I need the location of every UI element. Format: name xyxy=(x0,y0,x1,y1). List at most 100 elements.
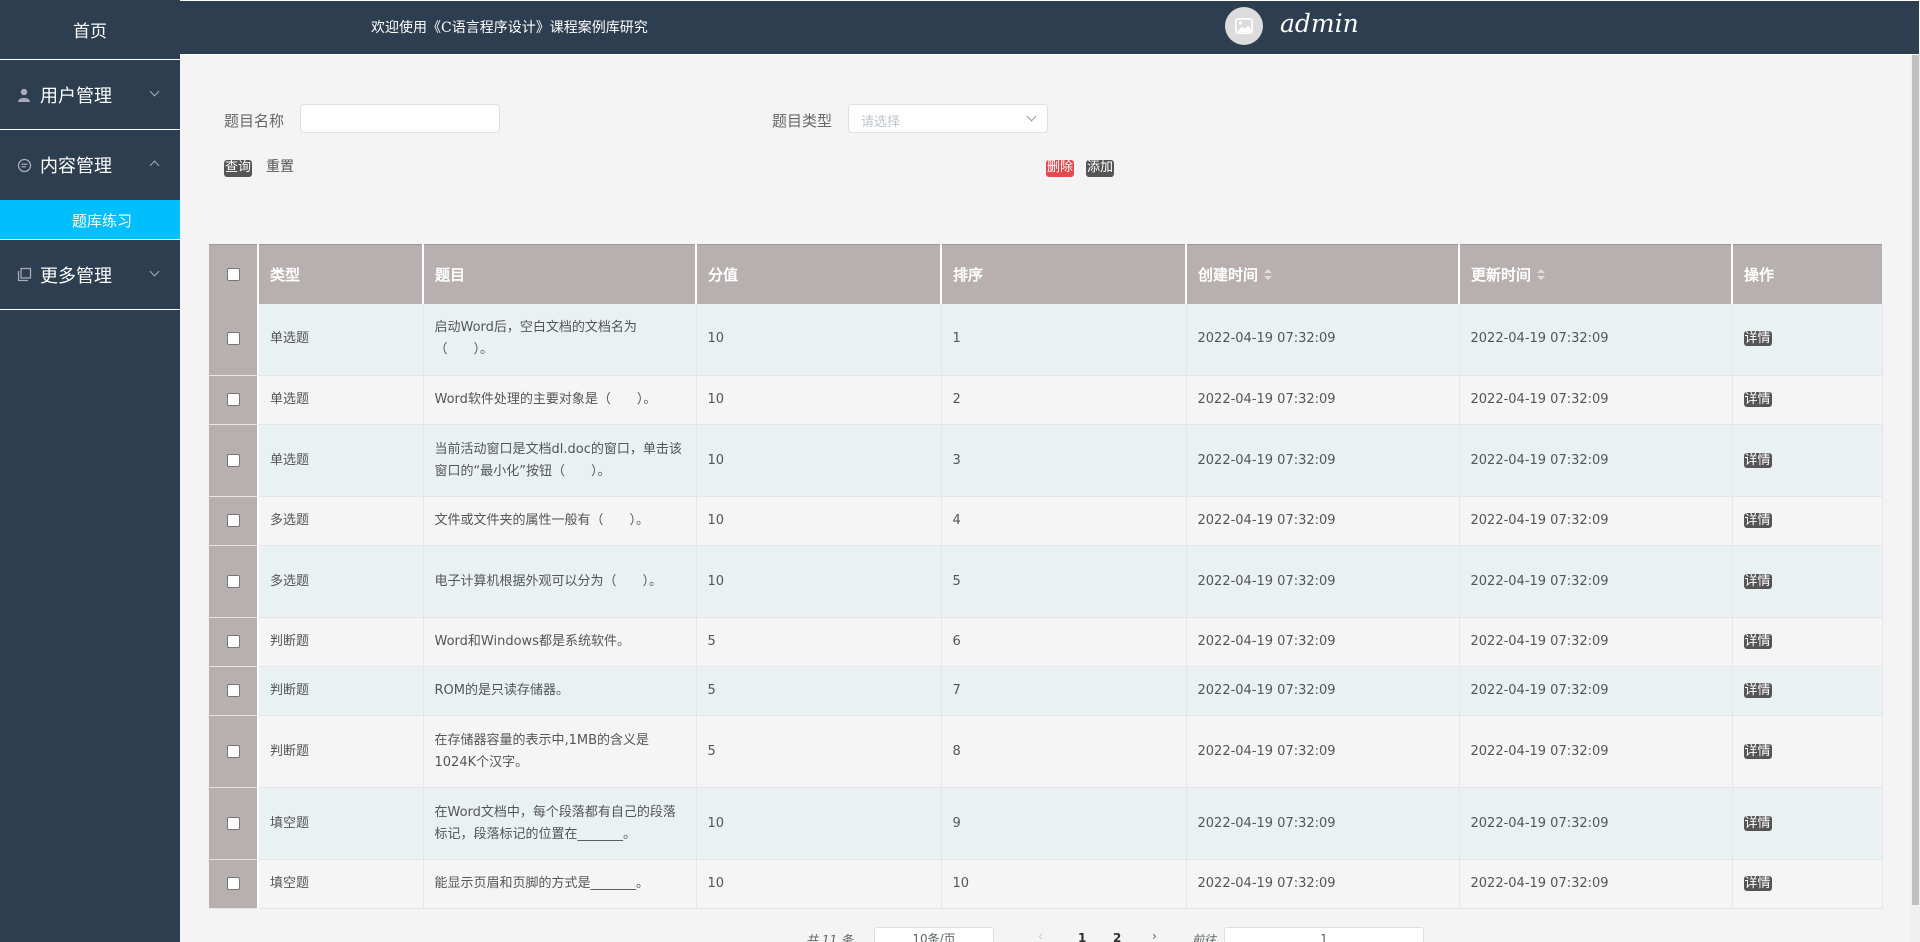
user-icon xyxy=(16,87,32,103)
scrollbar-thumb[interactable] xyxy=(1912,55,1919,905)
row-select-cell xyxy=(209,375,259,425)
row-select-cell xyxy=(209,715,259,788)
cell-updated: 2022-04-19 07:32:09 xyxy=(1459,715,1733,788)
cell-question: Word软件处理的主要对象是（ ）。 xyxy=(423,375,697,425)
cell-updated: 2022-04-19 07:32:09 xyxy=(1459,787,1733,860)
cell-order: 9 xyxy=(941,787,1187,860)
select-placeholder: 请选择 xyxy=(861,115,901,130)
cell-actions: 详情 xyxy=(1732,375,1883,425)
sidebar-home-link[interactable]: 首页 xyxy=(0,0,180,60)
detail-button[interactable]: 详情 xyxy=(1743,452,1772,468)
cell-order: 7 xyxy=(941,666,1187,716)
chevron-up-icon xyxy=(149,160,160,171)
column-header-label: 创建时间 xyxy=(1198,265,1259,284)
detail-button[interactable]: 详情 xyxy=(1743,634,1772,649)
sidebar-group-label: 用户管理 xyxy=(40,85,112,107)
cell-score: 10 xyxy=(696,787,942,860)
page-number-1[interactable]: 1 xyxy=(1078,931,1086,942)
cell-created: 2022-04-19 07:32:09 xyxy=(1186,303,1460,376)
table-row: 判断题 在存储器容量的表示中,1MB的含义是1024K个汉字。 5 8 2022… xyxy=(209,715,1883,788)
cell-actions: 详情 xyxy=(1732,859,1883,909)
column-header-score: 分值 xyxy=(696,244,942,304)
table-row: 填空题 在Word文档中，每个段落都有自己的段落标记，段落标记的位置在_____… xyxy=(209,787,1883,860)
row-checkbox[interactable] xyxy=(226,744,240,758)
row-select-cell xyxy=(209,545,259,618)
next-page-button[interactable]: › xyxy=(1152,929,1157,942)
table-row: 多选题 文件或文件夹的属性一般有（ ）。 10 4 2022-04-19 07:… xyxy=(209,496,1883,546)
sidebar-group-more-management[interactable]: 更多管理 xyxy=(0,240,180,310)
column-header-type: 类型 xyxy=(258,244,424,304)
table-row: 判断题 ROM的是只读存储器。 5 7 2022-04-19 07:32:09 … xyxy=(209,666,1883,716)
sidebar-group-user-management[interactable]: 用户管理 xyxy=(0,60,180,130)
cell-score: 10 xyxy=(696,375,942,425)
cell-updated: 2022-04-19 07:32:09 xyxy=(1459,496,1733,546)
detail-button[interactable]: 详情 xyxy=(1743,743,1772,759)
cell-question: 文件或文件夹的属性一般有（ ）。 xyxy=(423,496,697,546)
row-checkbox[interactable] xyxy=(226,635,240,648)
select-all-checkbox[interactable] xyxy=(226,268,240,282)
sort-icon[interactable] xyxy=(1537,269,1546,281)
column-header-label: 更新时间 xyxy=(1471,265,1532,284)
cell-question: ROM的是只读存储器。 xyxy=(423,666,697,716)
row-checkbox[interactable] xyxy=(226,816,240,830)
detail-button[interactable]: 详情 xyxy=(1743,331,1772,347)
column-header-created[interactable]: 创建时间 xyxy=(1186,244,1460,304)
column-header-order: 排序 xyxy=(941,244,1187,304)
sort-icon[interactable] xyxy=(1264,269,1273,281)
sidebar-item-question-bank[interactable]: 题库练习 xyxy=(0,200,180,240)
prev-page-button[interactable]: ‹ xyxy=(1038,929,1043,942)
cell-type: 多选题 xyxy=(258,545,424,618)
question-name-input[interactable] xyxy=(300,104,500,133)
question-type-select[interactable]: 请选择 xyxy=(848,104,1048,133)
message-icon xyxy=(16,157,32,173)
cell-question: Word和Windows都是系统软件。 xyxy=(423,617,697,667)
row-checkbox[interactable] xyxy=(226,393,240,406)
detail-button[interactable]: 详情 xyxy=(1743,573,1772,589)
row-checkbox[interactable] xyxy=(226,514,240,527)
cell-type: 多选题 xyxy=(258,496,424,546)
row-checkbox[interactable] xyxy=(226,332,240,346)
cell-actions: 详情 xyxy=(1732,666,1883,716)
cell-created: 2022-04-19 07:32:09 xyxy=(1186,496,1460,546)
question-type-label: 题目类型 xyxy=(772,112,833,130)
goto-page-input[interactable]: 1 xyxy=(1224,927,1424,942)
detail-button[interactable]: 详情 xyxy=(1743,392,1772,407)
column-header-updated[interactable]: 更新时间 xyxy=(1459,244,1733,304)
cell-created: 2022-04-19 07:32:09 xyxy=(1186,859,1460,909)
delete-button[interactable]: 删除 xyxy=(1046,160,1075,177)
row-select-cell xyxy=(209,666,259,716)
detail-button[interactable]: 详情 xyxy=(1743,876,1772,891)
cell-created: 2022-04-19 07:32:09 xyxy=(1186,617,1460,667)
cell-actions: 详情 xyxy=(1732,303,1883,376)
detail-button[interactable]: 详情 xyxy=(1743,683,1772,698)
cell-order: 4 xyxy=(941,496,1187,546)
sidebar-group-content-management[interactable]: 内容管理 xyxy=(0,130,180,200)
query-button[interactable]: 查询 xyxy=(224,160,253,177)
avatar[interactable] xyxy=(1225,7,1263,45)
row-checkbox[interactable] xyxy=(226,877,240,890)
cell-updated: 2022-04-19 07:32:09 xyxy=(1459,375,1733,425)
table-row: 多选题 电子计算机根据外观可以分为（ ）。 10 5 2022-04-19 07… xyxy=(209,545,1883,618)
detail-button[interactable]: 详情 xyxy=(1743,513,1772,528)
cell-question: 电子计算机根据外观可以分为（ ）。 xyxy=(423,545,697,618)
add-button[interactable]: 添加 xyxy=(1086,160,1115,177)
top-header: 欢迎使用《C语言程序设计》课程案例库研究 admin xyxy=(180,0,1920,55)
row-select-cell xyxy=(209,424,259,497)
cell-created: 2022-04-19 07:32:09 xyxy=(1186,666,1460,716)
row-checkbox[interactable] xyxy=(226,453,240,467)
row-checkbox[interactable] xyxy=(226,574,240,588)
cell-question: 当前活动窗口是文档dl.doc的窗口，单击该窗口的“最小化”按钮（ ）。 xyxy=(423,424,697,497)
detail-button[interactable]: 详情 xyxy=(1743,815,1772,831)
cell-question: 在存储器容量的表示中,1MB的含义是1024K个汉字。 xyxy=(423,715,697,788)
column-header-actions: 操作 xyxy=(1732,244,1882,304)
sidebar-group-label: 更多管理 xyxy=(40,265,112,287)
reset-button[interactable]: 重置 xyxy=(265,160,295,177)
row-checkbox[interactable] xyxy=(226,684,240,697)
username[interactable]: admin xyxy=(1280,9,1359,38)
copy-icon xyxy=(16,267,32,283)
page-number-2[interactable]: 2 xyxy=(1113,931,1121,942)
vertical-scrollbar[interactable] xyxy=(1911,55,1920,942)
cell-actions: 详情 xyxy=(1732,424,1883,497)
cell-order: 8 xyxy=(941,715,1187,788)
page-size-select[interactable]: 10条/页 xyxy=(874,927,994,942)
